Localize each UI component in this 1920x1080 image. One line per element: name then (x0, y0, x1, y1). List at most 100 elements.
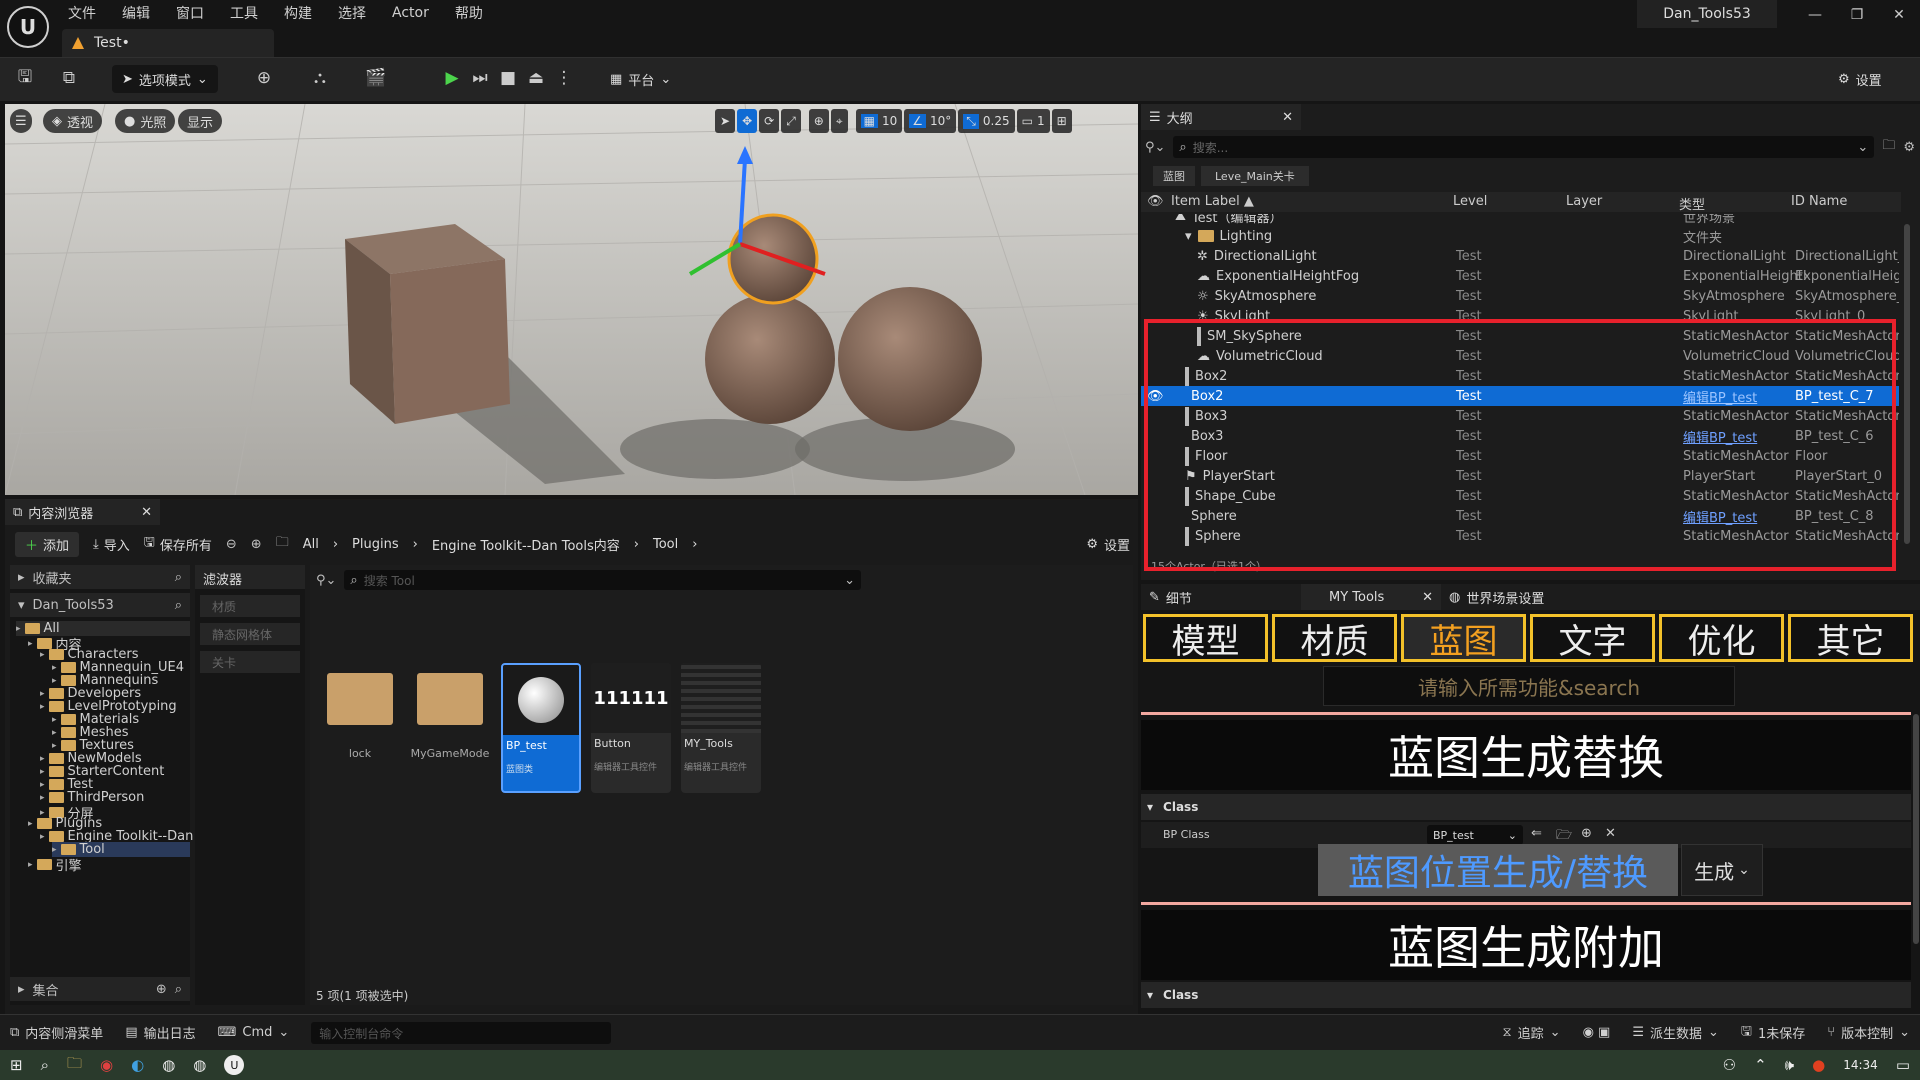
cinematics-icon[interactable]: 🎬 (362, 64, 390, 92)
menu-build[interactable]: 构建 (284, 3, 312, 23)
column-item-label[interactable]: Item Label ▲ (1171, 194, 1254, 209)
camera-speed-button[interactable]: ▭ 1 (1016, 109, 1050, 133)
tray-app-icon[interactable]: ● (1812, 1056, 1825, 1074)
collections-header[interactable]: ▸ 集合 ⊕ ⌕ (10, 977, 190, 1001)
clock[interactable]: 14:34 (1843, 1058, 1878, 1072)
lighting-button[interactable]: ● 光照 (115, 109, 176, 133)
play-icon[interactable]: ▶ (438, 64, 466, 92)
source-control-button[interactable]: ⑂ 版本控制 ⌄ (1827, 1023, 1910, 1042)
blueprint-replace-button[interactable]: 蓝图位置生成/替换 (1318, 844, 1678, 896)
outliner-row[interactable]: ☁ ExponentialHeightFog Test ExponentialHeig… (1141, 266, 1899, 286)
column-layer[interactable]: Layer (1566, 194, 1602, 209)
category-model-button[interactable]: 模型 (1143, 614, 1268, 662)
content-browser-tab[interactable]: ⧉ 内容浏览器 ✕ (5, 499, 160, 525)
more-options-icon[interactable]: ⋮ (550, 64, 578, 92)
class-section-header-2[interactable]: ▾ Class (1141, 982, 1911, 1008)
rotation-snap-button[interactable]: ∠ 10° (904, 109, 957, 133)
save-all-button[interactable]: 🖫 保存所有 (144, 533, 212, 555)
gear-icon[interactable]: ⚙ (1903, 140, 1915, 155)
tool-search-input[interactable]: 请输入所需功能&search (1323, 666, 1735, 706)
folder-mygamemode-icon[interactable] (417, 673, 483, 725)
class-section-header[interactable]: ▾ Class (1141, 794, 1911, 820)
file-explorer-icon[interactable]: 🗀 (67, 1053, 82, 1078)
filter-level[interactable]: 关卡 (200, 651, 300, 673)
add-folder-icon[interactable]: 🗀 (1882, 136, 1895, 158)
content-drawer-button[interactable]: ⧉ 内容侧滑菜单 (10, 1023, 103, 1042)
category-optimize-button[interactable]: 优化 (1659, 614, 1784, 662)
world-space-icon[interactable]: ⊕ (808, 109, 829, 133)
output-log-button[interactable]: ▤ 输出日志 (125, 1023, 195, 1042)
record-icon[interactable]: ◉ ▣ (1583, 1025, 1611, 1040)
search-icon[interactable]: ⌕ (175, 570, 182, 585)
menu-edit[interactable]: 编辑 (122, 3, 150, 23)
volume-icon[interactable]: 🕪 (1785, 1056, 1794, 1074)
column-id-name[interactable]: ID Name (1791, 194, 1847, 209)
trace-button[interactable]: ⧖ 追踪 ⌄ (1503, 1023, 1561, 1042)
derived-data-button[interactable]: ☰ 派生数据 ⌄ (1632, 1023, 1719, 1042)
menu-window[interactable]: 窗口 (176, 3, 204, 23)
close-tab-icon[interactable]: ✕ (141, 505, 152, 520)
close-tab-icon[interactable]: ✕ (1422, 590, 1433, 605)
settings-button[interactable]: ⚙ 设置 (1828, 65, 1892, 93)
asset-bp-test[interactable]: BP_test 蓝图类 (501, 663, 581, 793)
menu-select[interactable]: 选择 (338, 3, 366, 23)
import-button[interactable]: ⤓ 导入 (93, 535, 130, 554)
perspective-button[interactable]: ◈ 透视 (43, 109, 103, 133)
menu-file[interactable]: 文件 (68, 3, 96, 23)
close-tab-icon[interactable]: ✕ (1282, 110, 1293, 125)
scale-snap-button[interactable]: ⤡ 0.25 (958, 109, 1015, 133)
world-settings-tab[interactable]: ◍ 世界场景设置 (1441, 584, 1611, 610)
eject-icon[interactable]: ⏏ (522, 64, 550, 92)
scale-tool-icon[interactable]: ⤢ (781, 109, 801, 133)
outliner-lighting-folder[interactable]: ▾ Lighting 文件夹 (1141, 226, 1899, 246)
browse-icon[interactable]: ⧉ (55, 64, 83, 92)
blueprint-icon[interactable]: ⛬ (306, 64, 334, 92)
breadcrumb-tool[interactable]: Tool (653, 537, 678, 552)
minimize-icon[interactable]: — (1798, 4, 1832, 26)
clear-icon[interactable]: ✕ (1605, 826, 1616, 841)
category-blueprint-button[interactable]: 蓝图 (1401, 614, 1526, 662)
back-icon[interactable]: ⊖ (226, 537, 237, 552)
filter-icon[interactable]: ⚲⌄ (1145, 140, 1165, 155)
breadcrumb-toolkit[interactable]: Engine Toolkit--Dan Tools内容 (432, 535, 620, 554)
filter-icon[interactable]: ⚲⌄ (316, 573, 336, 588)
add-icon[interactable]: ⊕ (156, 982, 167, 997)
close-icon[interactable]: ✕ (1882, 4, 1916, 26)
platform-button[interactable]: ▦ 平台 ⌄ (600, 65, 681, 93)
step-icon[interactable]: ⏭ (466, 64, 494, 92)
search-icon[interactable]: ⌕ (41, 1056, 49, 1074)
cmd-dropdown[interactable]: ⌨ Cmd ⌄ (218, 1025, 290, 1040)
chevron-up-icon[interactable]: ⌃ (1754, 1056, 1767, 1074)
forward-icon[interactable]: ⊕ (251, 537, 262, 552)
select-tool-icon[interactable]: ➤ (715, 109, 736, 133)
asset-button[interactable]: 111111 Button 编辑器工具控件 (591, 663, 671, 793)
app-icon-2[interactable]: ◍ (193, 1056, 206, 1074)
visibility-icon[interactable]: 👁 (1147, 194, 1164, 209)
search-icon[interactable]: ⌕ (175, 982, 182, 997)
surface-snap-icon[interactable]: ⌖ (830, 109, 848, 133)
menu-help[interactable]: 帮助 (455, 3, 483, 23)
column-type[interactable]: 类型 (1679, 194, 1705, 213)
mode-select-button[interactable]: ➤ 选项模式 ⌄ (112, 65, 218, 93)
outliner-root-row[interactable]: ⛰ Test（编辑器） 世界场景 (1141, 214, 1899, 226)
outliner-scrollbar[interactable] (1904, 224, 1910, 544)
tree-folder[interactable]: ▸ 引擎 (28, 855, 82, 874)
details-scrollbar[interactable] (1913, 714, 1919, 944)
folder-lock-icon[interactable] (327, 673, 393, 725)
outliner-row[interactable]: ✲ DirectionalLight Test DirectionalLight Dir… (1141, 246, 1899, 266)
filter-material[interactable]: 材质 (200, 595, 300, 617)
search-icon[interactable]: ⌕ (175, 598, 182, 613)
menu-actor[interactable]: Actor (392, 5, 429, 21)
outliner-search-input[interactable]: ⌕ 搜索... ⌄ (1173, 136, 1875, 158)
category-other-button[interactable]: 其它 (1788, 614, 1913, 662)
filter-chip-level[interactable]: Leve_Main关卡 (1201, 166, 1309, 186)
favorites-header[interactable]: ▸ 收藏夹 ⌕ (10, 565, 190, 589)
asset-search-input[interactable]: ⌕ 搜索 Tool ⌄ (344, 570, 861, 590)
viewport-menu-icon[interactable]: ☰ (10, 109, 32, 133)
windows-start-icon[interactable]: ⊞ (10, 1056, 23, 1074)
add-actor-icon[interactable]: ⊕ (250, 64, 278, 92)
app-icon[interactable]: ◍ (162, 1056, 175, 1074)
unreal-taskbar-icon[interactable]: U (224, 1055, 245, 1075)
unreal-logo-icon[interactable]: U (7, 6, 49, 48)
filter-chip-blueprint[interactable]: 蓝图 (1153, 166, 1195, 186)
